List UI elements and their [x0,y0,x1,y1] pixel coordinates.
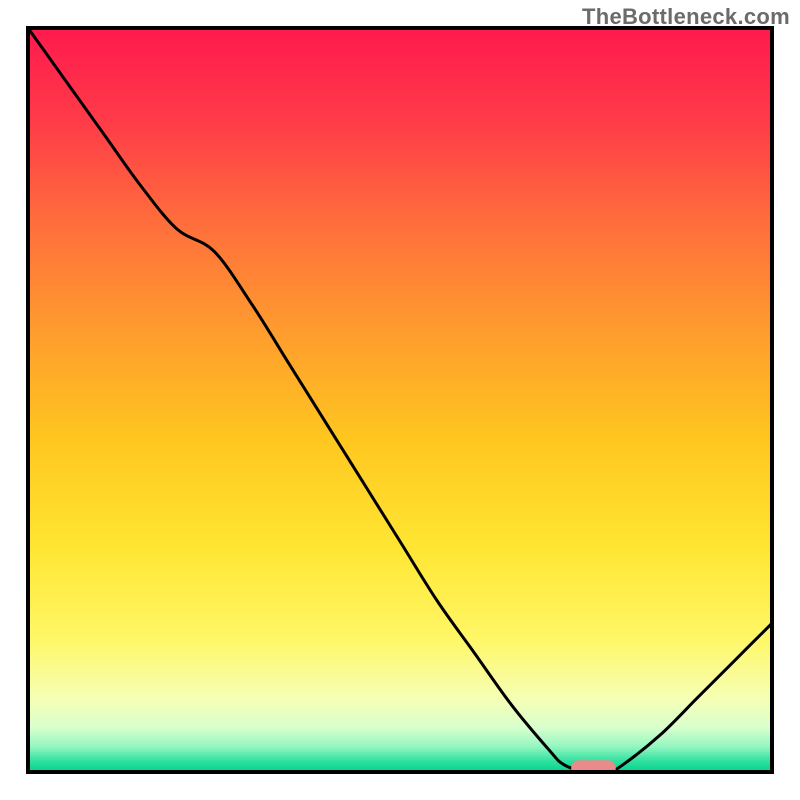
watermark-text: TheBottleneck.com [582,4,790,30]
chart-canvas [0,0,800,800]
gradient-background [28,28,772,773]
